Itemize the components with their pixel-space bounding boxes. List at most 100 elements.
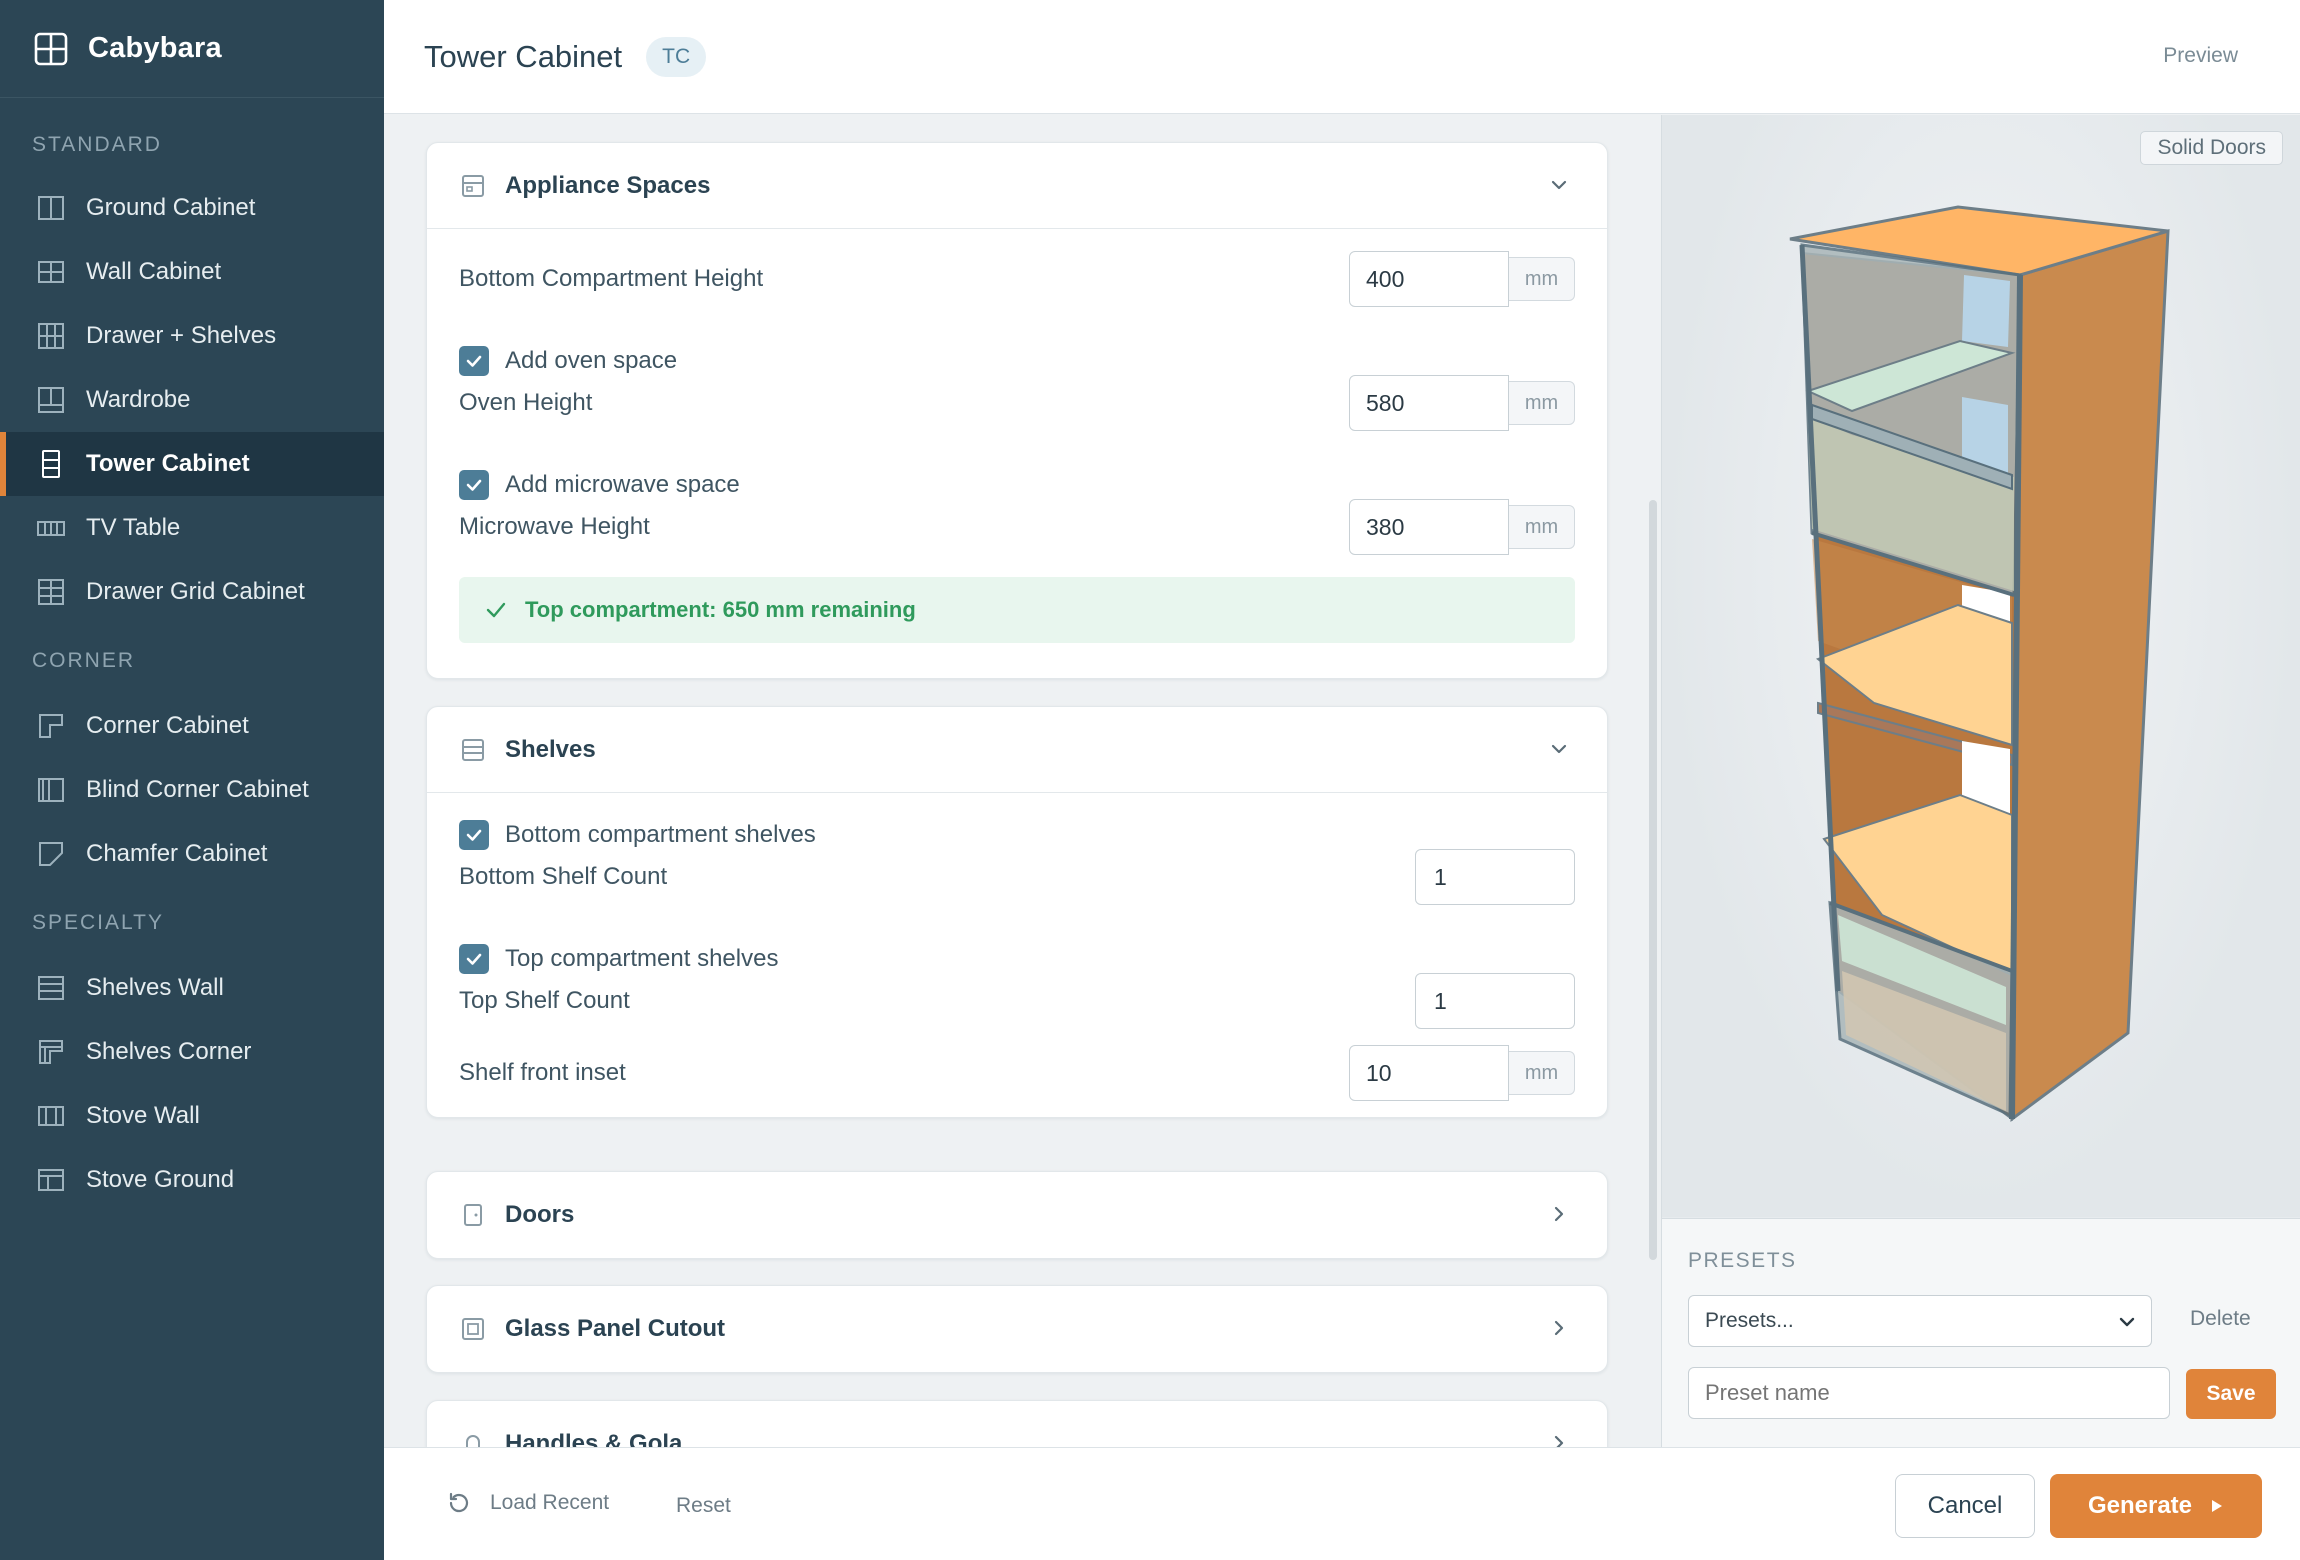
doors-header[interactable]: Doors	[427, 1172, 1607, 1258]
sidebar-item-blind-corner-cabinet[interactable]: Blind Corner Cabinet	[0, 758, 384, 822]
checkmark-icon	[466, 953, 482, 965]
drawer-shelves-icon	[38, 323, 64, 349]
drawer-grid-icon	[38, 579, 64, 605]
sidebar-item-corner-cabinet[interactable]: Corner Cabinet	[0, 694, 384, 758]
sidebar-item-label: Stove Wall	[86, 1102, 200, 1129]
chevron-right-icon[interactable]	[1547, 1316, 1571, 1340]
section-title: Appliance Spaces	[505, 171, 711, 199]
generate-label: Generate	[2087, 1492, 2193, 1519]
handles-header[interactable]: Handles & Gola	[427, 1401, 1607, 1447]
shelf-front-inset-group: mm	[1349, 1045, 1575, 1101]
wall-cabinet-icon	[38, 261, 64, 283]
unit-label: mm	[1509, 381, 1575, 425]
field-label: Bottom Compartment Height	[459, 265, 764, 292]
section-title: Handles & Gola	[505, 1430, 683, 1447]
presets-select[interactable]: Presets...	[1688, 1295, 2152, 1347]
sidebar-item-drawer-grid-cabinet[interactable]: Drawer Grid Cabinet	[0, 560, 384, 624]
sidebar-item-ground-cabinet[interactable]: Ground Cabinet	[0, 176, 384, 240]
sidebar-item-stove-ground[interactable]: Stove Ground	[0, 1148, 384, 1212]
cabinet-3d-model[interactable]	[1662, 115, 2300, 1217]
section-label-corner: CORNER	[32, 649, 136, 672]
brand[interactable]: Cabybara	[0, 0, 384, 98]
appliance-spaces-card: Appliance Spaces Bottom Compartment Heig…	[426, 142, 1608, 679]
section-title: Glass Panel Cutout	[505, 1315, 726, 1342]
form-panel: Appliance Spaces Bottom Compartment Heig…	[384, 115, 1661, 1447]
sidebar-item-label: Blind Corner Cabinet	[86, 776, 309, 803]
sidebar-item-wall-cabinet[interactable]: Wall Cabinet	[0, 240, 384, 304]
sidebar-item-stove-wall[interactable]: Stove Wall	[0, 1084, 384, 1148]
check-icon	[486, 602, 506, 618]
chevron-right-icon[interactable]	[1547, 1202, 1571, 1226]
chamfer-cabinet-icon	[39, 842, 63, 866]
top-shelf-count-input[interactable]	[1415, 973, 1575, 1029]
section-title: Shelves	[505, 735, 596, 763]
shelves-header[interactable]: Shelves	[427, 707, 1607, 793]
shelf-front-inset-input[interactable]	[1349, 1045, 1509, 1101]
sidebar-item-drawer-shelves[interactable]: Drawer + Shelves	[0, 304, 384, 368]
presets-label: PRESETS	[1688, 1249, 1797, 1272]
reset-button[interactable]: Reset	[676, 1494, 731, 1518]
sidebar-item-label: TV Table	[86, 514, 181, 541]
shelves-wall-icon	[38, 976, 64, 1000]
play-icon	[2212, 1500, 2223, 1512]
oven-height-input[interactable]	[1349, 375, 1509, 431]
chevron-right-icon[interactable]	[1547, 1431, 1571, 1447]
chevron-down-icon[interactable]	[1547, 737, 1571, 761]
microwave-height-input[interactable]	[1349, 499, 1509, 555]
corner-cabinet-icon	[39, 714, 63, 738]
type-badge: TC	[646, 36, 707, 77]
cancel-button[interactable]: Cancel	[1895, 1474, 2035, 1538]
checkmark-icon	[466, 355, 482, 367]
sidebar-item-label: Wardrobe	[86, 386, 191, 413]
sidebar: Cabybara STANDARD Ground Cabinet Wall Ca…	[0, 0, 384, 1560]
top-shelves-checkbox[interactable]	[459, 944, 489, 974]
microwave-space-checkbox[interactable]	[459, 470, 489, 500]
handles-card[interactable]: Handles & Gola	[426, 1400, 1608, 1447]
load-recent-button[interactable]: Load Recent	[446, 1490, 609, 1516]
checkbox-label: Add microwave space	[505, 471, 740, 498]
remaining-status: Top compartment: 650 mm remaining	[459, 577, 1575, 643]
field-label: Top Shelf Count	[459, 987, 630, 1014]
bottom-compartment-height-input[interactable]	[1349, 251, 1509, 307]
sidebar-item-label: Tower Cabinet	[86, 450, 250, 477]
appliance-spaces-header[interactable]: Appliance Spaces	[427, 143, 1607, 229]
checkmark-icon	[466, 829, 482, 841]
shelves-corner-icon	[39, 1040, 63, 1064]
save-preset-button[interactable]: Save	[2186, 1369, 2276, 1419]
sidebar-item-tv-table[interactable]: TV Table	[0, 496, 384, 560]
glass-panel-card[interactable]: Glass Panel Cutout	[426, 1285, 1608, 1373]
history-icon	[449, 1492, 469, 1513]
delete-preset-button[interactable]: Delete	[2190, 1307, 2251, 1331]
glass-panel-header[interactable]: Glass Panel Cutout	[427, 1286, 1607, 1372]
sidebar-item-tower-cabinet[interactable]: Tower Cabinet	[0, 432, 384, 496]
page-title: Tower Cabinet	[424, 38, 623, 74]
bottom-shelf-count-input[interactable]	[1415, 849, 1575, 905]
sidebar-item-chamfer-cabinet[interactable]: Chamfer Cabinet	[0, 822, 384, 886]
preview-panel: Solid Doors PRESETS Presets... Delete Pr…	[1661, 115, 2300, 1447]
footer: Load Recent Reset Cancel Generate	[384, 1447, 2300, 1560]
unit-label: mm	[1509, 505, 1575, 549]
blind-corner-icon	[38, 778, 64, 802]
sidebar-item-label: Ground Cabinet	[86, 194, 256, 221]
sidebar-item-shelves-wall[interactable]: Shelves Wall	[0, 956, 384, 1020]
oven-space-checkbox[interactable]	[459, 346, 489, 376]
sidebar-item-shelves-corner[interactable]: Shelves Corner	[0, 1020, 384, 1084]
presets-select-value: Presets...	[1705, 1309, 1794, 1332]
sidebar-item-label: Chamfer Cabinet	[86, 840, 268, 867]
ground-cabinet-icon	[38, 196, 64, 220]
bottom-compartment-height-row: Bottom Compartment Height mm	[459, 251, 1575, 307]
sidebar-item-label: Drawer + Shelves	[86, 322, 277, 349]
scrollbar[interactable]	[1649, 500, 1657, 1260]
preset-name-input[interactable]	[1688, 1367, 2170, 1419]
presets-panel: PRESETS Presets... Delete Save	[1662, 1218, 2300, 1447]
grid-logo-icon	[34, 32, 68, 65]
3d-viewport[interactable]: Solid Doors	[1662, 115, 2300, 1217]
sidebar-item-label: Drawer Grid Cabinet	[86, 578, 305, 605]
doors-card[interactable]: Doors	[426, 1171, 1608, 1259]
generate-button[interactable]: Generate	[2050, 1474, 2262, 1538]
chevron-down-icon[interactable]	[1547, 173, 1571, 197]
sidebar-item-label: Stove Ground	[86, 1166, 235, 1193]
bottom-shelves-checkbox[interactable]	[459, 820, 489, 850]
shelves-card: Shelves Bottom compartment shelves Botto…	[426, 706, 1608, 1118]
sidebar-item-wardrobe[interactable]: Wardrobe	[0, 368, 384, 432]
